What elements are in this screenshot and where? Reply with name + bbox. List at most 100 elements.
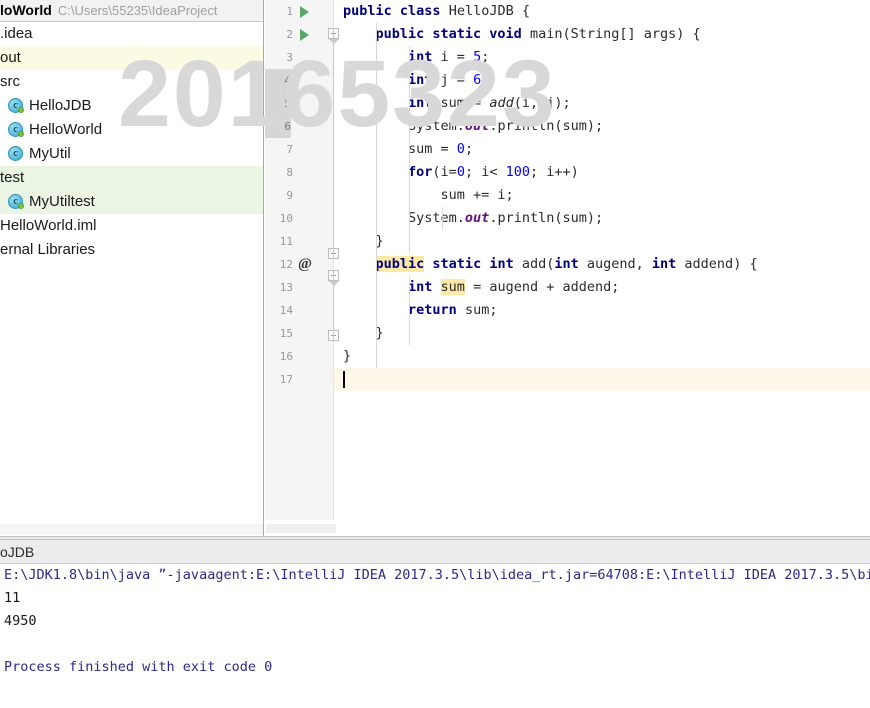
code-token: sum bbox=[440, 279, 465, 295]
code-token: int bbox=[408, 279, 441, 295]
code-line[interactable]: public static int add(int augend, int ad… bbox=[334, 253, 870, 276]
code-token: .println(sum); bbox=[489, 118, 604, 134]
tree-node-label: out bbox=[0, 49, 21, 67]
code-token: sum = bbox=[343, 141, 457, 157]
line-number: 11 bbox=[279, 235, 293, 248]
code-token: ; i++) bbox=[529, 164, 579, 180]
tree-node[interactable]: HelloWorld.iml bbox=[0, 214, 263, 238]
code-token: return bbox=[408, 302, 465, 318]
code-token: int bbox=[408, 49, 441, 65]
code-token: HelloJDB { bbox=[448, 3, 530, 19]
code-token: int bbox=[408, 72, 441, 88]
code-line[interactable]: int sum = augend + addend; bbox=[334, 276, 870, 299]
line-number: 7 bbox=[286, 143, 293, 156]
tree-node-label: HelloWorld bbox=[29, 121, 103, 139]
tree-node[interactable]: HelloWorld bbox=[0, 118, 263, 142]
tree-node[interactable]: MyUtil bbox=[0, 142, 263, 166]
code-editor[interactable]: 1 2 3 4 5 6 7 8 9 10 11 12 13 14 15 16 17 public class H… bbox=[265, 0, 870, 536]
editor-bottom-strip bbox=[265, 520, 870, 536]
line-number: 2 bbox=[286, 28, 293, 41]
tree-node-label: ernal Libraries bbox=[0, 241, 96, 259]
line-number: 12 bbox=[279, 258, 293, 271]
java-class-icon bbox=[8, 121, 24, 137]
console-line: 11 bbox=[4, 590, 21, 606]
line-number: 6 bbox=[265, 115, 291, 138]
code-token: j = bbox=[440, 72, 474, 88]
console-line: 4950 bbox=[4, 613, 37, 629]
line-number: 9 bbox=[286, 189, 293, 202]
java-class-icon bbox=[8, 193, 24, 209]
project-path: C:\Users\55235\IdeaProject bbox=[57, 3, 218, 18]
tree-node[interactable]: out bbox=[0, 46, 263, 70]
code-token: = augend + addend; bbox=[464, 279, 620, 295]
tree-node-label: HelloJDB bbox=[29, 97, 92, 115]
tree-node[interactable]: HelloJDB bbox=[0, 94, 263, 118]
code-token: augend, bbox=[586, 256, 652, 272]
code-line[interactable]: } bbox=[334, 230, 870, 253]
tree-node[interactable]: MyUtiltest bbox=[0, 190, 263, 214]
code-token: .println(sum); bbox=[489, 210, 604, 226]
code-token: i = bbox=[440, 49, 474, 65]
line-number: 3 bbox=[286, 51, 293, 64]
console-line: E:\JDK1.8\bin\java ˮ-javaagent:E:\Intell… bbox=[4, 567, 870, 583]
code-token: System. bbox=[343, 118, 465, 134]
line-number: 15 bbox=[279, 327, 293, 340]
code-token: 0 bbox=[456, 141, 465, 157]
code-line[interactable]: } bbox=[334, 322, 870, 345]
text-caret bbox=[343, 371, 345, 388]
run-tab-label[interactable]: oJDB bbox=[0, 542, 34, 563]
annotation-gutter-icon[interactable]: @ bbox=[298, 253, 312, 276]
code-line[interactable]: System.out.println(sum); bbox=[334, 115, 870, 138]
fold-region-line bbox=[333, 28, 334, 260]
indent-guide bbox=[442, 207, 443, 230]
code-token: } bbox=[343, 233, 384, 249]
project-hscrollbar-track[interactable] bbox=[0, 524, 263, 535]
code-token: add( bbox=[521, 256, 555, 272]
code-line[interactable]: int sum = add(i, j); bbox=[334, 92, 870, 115]
indent-guide bbox=[376, 23, 377, 368]
code-line[interactable] bbox=[334, 368, 870, 391]
tree-node[interactable]: test bbox=[0, 166, 263, 190]
code-token: public bbox=[343, 3, 400, 19]
code-line[interactable]: public class HelloJDB { bbox=[334, 0, 870, 23]
code-token: ; bbox=[464, 141, 474, 157]
code-line[interactable]: System.out.println(sum); bbox=[334, 207, 870, 230]
code-token: addend) { bbox=[684, 256, 758, 272]
code-line[interactable]: } bbox=[334, 345, 870, 368]
code-line[interactable]: int j = 6; bbox=[334, 69, 870, 92]
code-token: main(String[] args) { bbox=[529, 26, 701, 42]
project-name: loWorld bbox=[0, 2, 52, 18]
editor-code-area[interactable]: public class HelloJDB { public static vo… bbox=[334, 0, 870, 536]
line-number: 4 bbox=[265, 69, 291, 92]
code-line[interactable]: public static void main(String[] args) { bbox=[334, 23, 870, 46]
run-gutter-icon[interactable] bbox=[300, 29, 309, 41]
code-line[interactable]: sum = 0; bbox=[334, 138, 870, 161]
console-line: Process finished with exit code 0 bbox=[4, 659, 273, 675]
code-token: } bbox=[343, 348, 352, 364]
run-tabbar: oJDB bbox=[0, 540, 870, 564]
code-line[interactable]: return sum; bbox=[334, 299, 870, 322]
line-number: 14 bbox=[279, 304, 293, 317]
code-token: out bbox=[464, 210, 490, 226]
tree-node-label: MyUtil bbox=[29, 145, 71, 163]
tree-node[interactable]: src bbox=[0, 70, 263, 94]
editor-hscrollbar-thumb[interactable] bbox=[266, 524, 336, 533]
line-number: 5 bbox=[265, 92, 291, 115]
project-tool-window: loWorld C:\Users\55235\IdeaProject .idea o… bbox=[0, 0, 264, 536]
code-token: out bbox=[464, 118, 490, 134]
project-tree[interactable]: .ideaoutsrcHelloJDBHelloWorldMyUtiltestM… bbox=[0, 22, 263, 262]
code-line[interactable]: sum += i; bbox=[334, 184, 870, 207]
tree-node[interactable]: ernal Libraries bbox=[0, 238, 263, 262]
console-output[interactable]: E:\JDK1.8\bin\java ˮ-javaagent:E:\Intell… bbox=[0, 564, 870, 708]
code-token: 6 bbox=[473, 72, 482, 88]
code-token: int bbox=[554, 256, 587, 272]
code-token: 5 bbox=[473, 49, 482, 65]
code-line[interactable]: int i = 5; bbox=[334, 46, 870, 69]
run-gutter-icon[interactable] bbox=[300, 6, 309, 18]
tree-node[interactable]: .idea bbox=[0, 22, 263, 46]
fold-arrow-icon bbox=[329, 39, 339, 44]
code-line[interactable]: for(i=0; i< 100; i++) bbox=[334, 161, 870, 184]
